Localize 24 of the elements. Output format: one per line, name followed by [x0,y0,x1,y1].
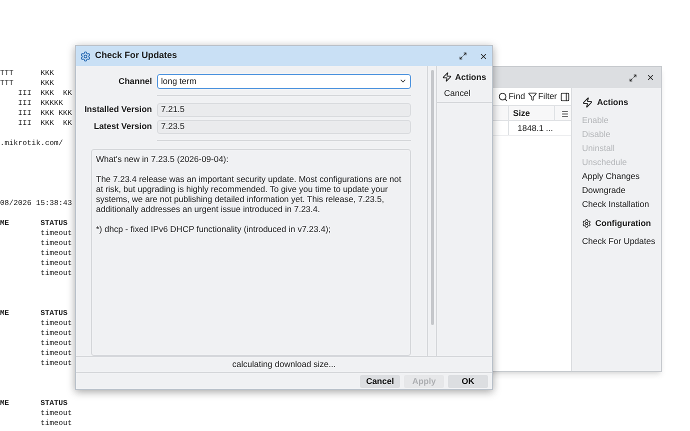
section-title: Configuration [595,216,651,230]
toolbar-button[interactable]: Filter [528,90,557,103]
dialog-title: Check For Updates [95,49,178,62]
toolbar-button[interactable]: Find [498,90,526,103]
notes-paragraph: The 7.23.4 release was an important security update. Most configurations are not at risk, but upgrading is highly recommended. To give you time to update your systems, we are not publishing detailed information yet. This release, 7.23.5, additionally addresses an urgent issue introduced in 7.23.4. [96,174,402,214]
action-link[interactable]: Cancel [437,86,478,99]
notes-paragraph: *) dhcp - fixed IPv6 DHCP functionality (introduced in v7.23.4); [96,224,332,234]
section-title: Actions [597,96,628,109]
section-title: Actions [455,71,486,84]
table-cell: 1848.1 ... [508,121,555,135]
field-label: Installed Version [83,103,152,116]
field-label: Latest Version [92,120,152,133]
channel-select[interactable]: long term [157,74,411,88]
version-field: 7.21.5 [157,102,411,116]
dialog-button[interactable]: Cancel [360,374,400,388]
action-link[interactable]: Check Installation [582,196,650,211]
action-link[interactable]: Apply Changes [582,168,640,183]
field-label: Channel [117,74,152,88]
dialog-button[interactable]: OK [448,374,488,388]
version-field: 7.23.5 [157,120,411,134]
notes-paragraph: What's new in 7.23.5 (2026-09-04): [96,154,230,164]
status-text: calculating download size... [232,358,336,371]
action-link[interactable]: Downgrade [582,182,626,197]
action-link[interactable]: Check For Updates [582,234,656,248]
